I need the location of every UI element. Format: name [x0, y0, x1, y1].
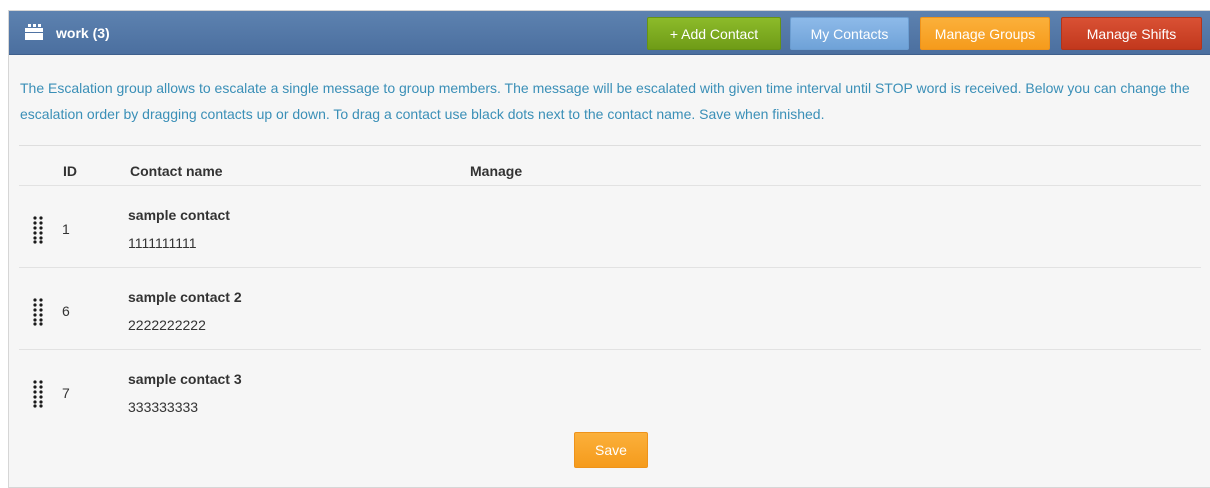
add-contact-button[interactable]: + Add Contact	[647, 17, 781, 50]
drag-handle-icon[interactable]	[32, 298, 44, 326]
manage-groups-button[interactable]: Manage Groups	[920, 17, 1050, 50]
contact-id: 7	[62, 385, 70, 401]
panel-header: work (3) + Add Contact My Contacts Manag…	[9, 11, 1210, 55]
contact-name: sample contact	[128, 207, 230, 223]
column-header-manage: Manage	[470, 163, 523, 179]
manage-shifts-button[interactable]: Manage Shifts	[1061, 17, 1202, 50]
column-header-id: ID	[63, 163, 77, 179]
table-row[interactable]: 1 sample contact 1111111111	[19, 185, 1201, 267]
contact-name: sample contact 3	[128, 371, 242, 387]
table-row[interactable]: 6 sample contact 2 2222222222	[19, 267, 1201, 349]
escalation-info-text: The Escalation group allows to escalate …	[20, 80, 1190, 122]
contact-id: 6	[62, 303, 70, 319]
contact-phone: 333333333	[128, 399, 199, 415]
my-contacts-button[interactable]: My Contacts	[790, 17, 909, 50]
drag-handle-icon[interactable]	[32, 216, 44, 244]
group-panel: work (3) + Add Contact My Contacts Manag…	[8, 10, 1210, 488]
contact-phone: 2222222222	[128, 317, 206, 333]
contact-name: sample contact 2	[128, 289, 242, 305]
contact-id: 1	[62, 221, 70, 237]
calendar-icon	[25, 24, 43, 40]
column-header-contact-name: Contact name	[130, 163, 223, 179]
drag-handle-icon[interactable]	[32, 380, 44, 408]
save-button[interactable]: Save	[574, 432, 648, 468]
table-row[interactable]: 7 sample contact 3 333333333	[19, 349, 1201, 431]
contact-phone: 1111111111	[128, 235, 197, 251]
group-title: work (3)	[56, 25, 110, 41]
divider	[19, 145, 1201, 146]
